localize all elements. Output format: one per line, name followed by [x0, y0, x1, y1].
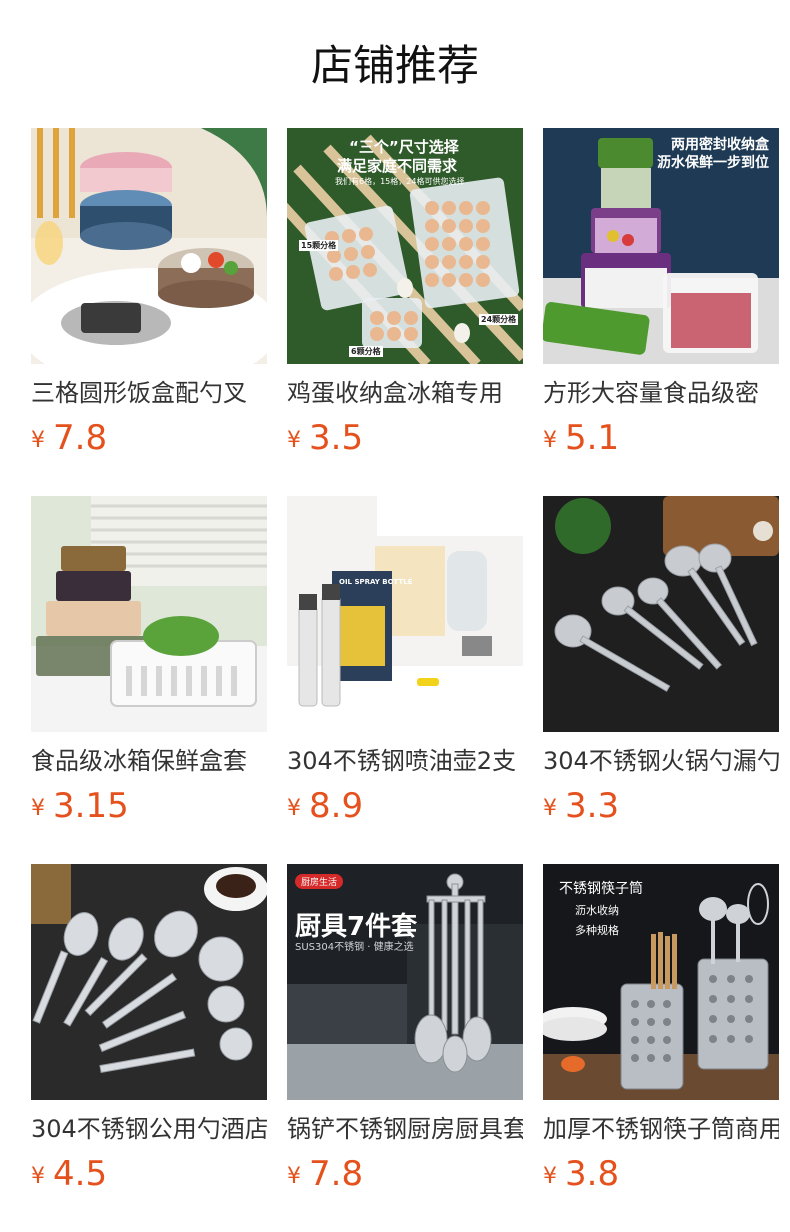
- price-value: 5.1: [565, 418, 620, 458]
- price-value: 7.8: [309, 1154, 364, 1194]
- product-name[interactable]: 方形大容量食品级密: [543, 378, 779, 408]
- currency-symbol: ¥: [31, 796, 45, 821]
- price-value: 8.9: [309, 786, 364, 826]
- currency-symbol: ¥: [287, 796, 301, 821]
- product-name[interactable]: 304不锈钢喷油壶2支: [287, 746, 523, 776]
- price-value: 3.15: [53, 786, 129, 826]
- product-price: ¥3.8: [543, 1154, 779, 1194]
- product-card[interactable]: 不锈钢筷子筒 沥水收纳 多种规格 加厚不锈钢筷子筒商用 ¥3.8: [543, 864, 779, 1232]
- product-card[interactable]: 厨房生活 厨具7件套 SUS304不锈钢 · 健康之选 锅铲不锈钢厨房厨具套 ¥…: [287, 864, 523, 1232]
- lunch-box-image[interactable]: [31, 128, 267, 364]
- fridge-box-set-image[interactable]: [31, 496, 267, 732]
- product-name[interactable]: 锅铲不锈钢厨房厨具套: [287, 1114, 523, 1144]
- food-container-image[interactable]: 两用密封收纳盒 沥水保鲜一步到位: [543, 128, 779, 364]
- egg-storage-box-image[interactable]: “三个”尺寸选择 满足家庭不同需求 我们有6格，15格，24格可供您选择 15颗…: [287, 128, 523, 364]
- chopstick-holder-image[interactable]: 不锈钢筷子筒 沥水收纳 多种规格: [543, 864, 779, 1100]
- product-name[interactable]: 鸡蛋收纳盒冰箱专用: [287, 378, 523, 408]
- product-price: ¥8.9: [287, 786, 523, 826]
- product-card[interactable]: 两用密封收纳盒 沥水保鲜一步到位 方形大容量食品级密 ¥5.1: [543, 128, 779, 496]
- hotpot-ladle-image[interactable]: [543, 496, 779, 732]
- product-name[interactable]: 304不锈钢火锅勺漏勺: [543, 746, 779, 776]
- product-price: ¥3.15: [31, 786, 267, 826]
- product-card[interactable]: 304不锈钢火锅勺漏勺 ¥3.3: [543, 496, 779, 864]
- product-grid: 三格圆形饭盒配勺叉 ¥7.8 “三个”尺寸选择 满足家庭不同需求 我们有6格，1…: [31, 128, 779, 1232]
- image-caption: 我们有6格，15格，24格可供您选择: [335, 177, 465, 186]
- product-price: ¥7.8: [31, 418, 267, 458]
- product-name[interactable]: 加厚不锈钢筷子筒商用: [543, 1114, 779, 1144]
- currency-symbol: ¥: [287, 1164, 301, 1189]
- product-name[interactable]: 食品级冰箱保鲜盒套: [31, 746, 267, 776]
- product-price: ¥3.3: [543, 786, 779, 826]
- price-value: 3.5: [309, 418, 364, 458]
- product-name[interactable]: 三格圆形饭盒配勺叉: [31, 378, 267, 408]
- currency-symbol: ¥: [287, 428, 301, 453]
- currency-symbol: ¥: [31, 428, 45, 453]
- image-caption: 不锈钢筷子筒: [559, 881, 643, 897]
- currency-symbol: ¥: [543, 796, 557, 821]
- price-value: 3.8: [565, 1154, 620, 1194]
- product-price: ¥3.5: [287, 418, 523, 458]
- product-card[interactable]: 食品级冰箱保鲜盒套 ¥3.15: [31, 496, 267, 864]
- price-value: 3.3: [565, 786, 620, 826]
- price-value: 4.5: [53, 1154, 108, 1194]
- image-caption: 两用密封收纳盒: [671, 137, 769, 153]
- currency-symbol: ¥: [543, 1164, 557, 1189]
- image-caption: 15颗分格: [299, 240, 339, 251]
- image-caption: 沥水收纳: [575, 904, 619, 917]
- image-caption: SUS304不锈钢 · 健康之选: [295, 942, 414, 953]
- price-value: 7.8: [53, 418, 108, 458]
- product-card[interactable]: OIL SPRAY BOTTLE 304不锈钢喷油壶2支 ¥8.9: [287, 496, 523, 864]
- image-caption: 沥水保鲜一步到位: [657, 155, 769, 171]
- serving-spoon-image[interactable]: [31, 864, 267, 1100]
- image-caption: 24颗分格: [479, 314, 519, 325]
- image-caption: OIL SPRAY BOTTLE: [339, 578, 413, 586]
- image-badge: 厨房生活: [295, 874, 344, 889]
- product-price: ¥4.5: [31, 1154, 267, 1194]
- page-title: 店铺推荐: [310, 41, 479, 90]
- image-caption: “三个”尺寸选择: [349, 138, 459, 156]
- product-price: ¥5.1: [543, 418, 779, 458]
- product-card[interactable]: 304不锈钢公用勺酒店 ¥4.5: [31, 864, 267, 1232]
- product-card[interactable]: “三个”尺寸选择 满足家庭不同需求 我们有6格，15格，24格可供您选择 15颗…: [287, 128, 523, 496]
- image-caption: 满足家庭不同需求: [337, 157, 458, 175]
- currency-symbol: ¥: [31, 1164, 45, 1189]
- currency-symbol: ¥: [543, 428, 557, 453]
- product-name[interactable]: 304不锈钢公用勺酒店: [31, 1114, 267, 1144]
- oil-spray-bottle-image[interactable]: OIL SPRAY BOTTLE: [287, 496, 523, 732]
- product-price: ¥7.8: [287, 1154, 523, 1194]
- product-card[interactable]: 三格圆形饭盒配勺叉 ¥7.8: [31, 128, 267, 496]
- image-caption: 6颗分格: [349, 346, 383, 357]
- image-caption: 多种规格: [575, 924, 619, 937]
- kitchen-utensil-set-image[interactable]: 厨房生活 厨具7件套 SUS304不锈钢 · 健康之选: [287, 864, 523, 1100]
